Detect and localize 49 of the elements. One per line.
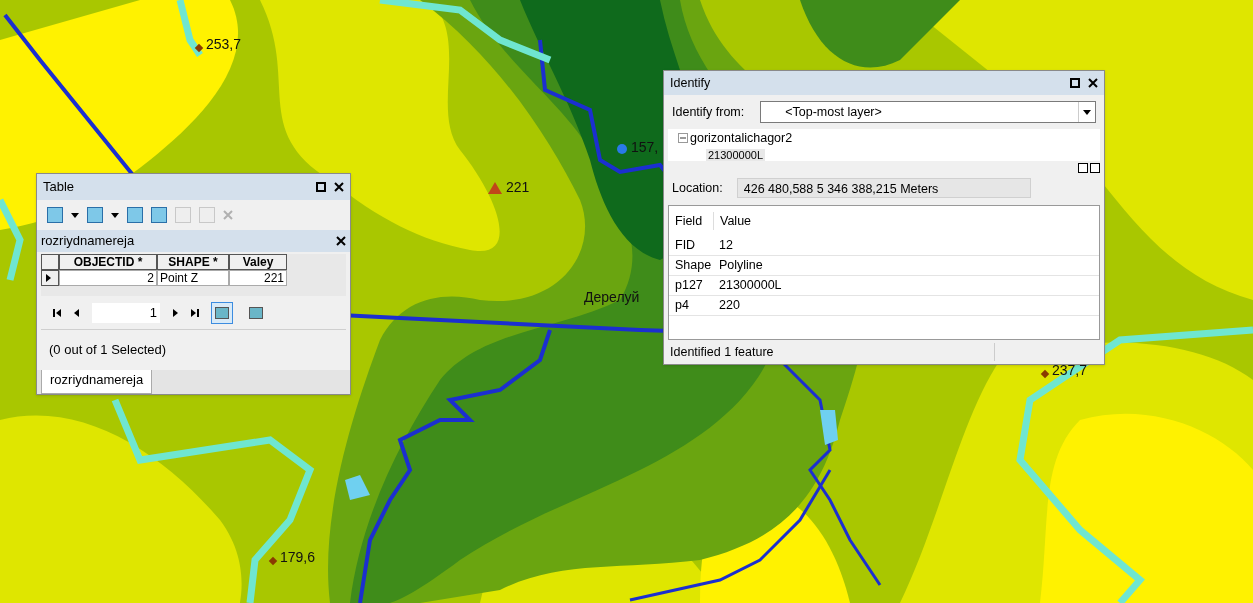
last-record-icon[interactable]: [191, 307, 199, 318]
show-all-records-button[interactable]: [211, 301, 233, 324]
field-name: p4: [674, 297, 690, 315]
tree-feature-item[interactable]: 21300000L: [706, 148, 766, 161]
row-pointer-icon: [46, 274, 51, 282]
caret-icon: [1083, 108, 1091, 116]
column-header[interactable]: OBJECTID *: [59, 254, 157, 270]
window-title: Table: [43, 178, 75, 197]
column-header: Value: [713, 211, 752, 231]
location-label: Location:: [672, 179, 723, 197]
identify-from-label: Identify from:: [672, 103, 745, 121]
table-cell: 2: [59, 270, 157, 286]
table-cell: Point Z: [157, 270, 229, 286]
close-icon[interactable]: [336, 236, 346, 246]
next-record-icon[interactable]: [172, 307, 179, 318]
field-name: p127: [674, 277, 704, 295]
field-name: Shape: [674, 257, 713, 275]
collapse-icon[interactable]: [678, 133, 688, 144]
previous-record-icon[interactable]: [73, 307, 80, 318]
place-name-label: Дерелуй: [584, 290, 640, 304]
maximize-icon[interactable]: [1070, 78, 1080, 88]
caret-icon[interactable]: [111, 211, 119, 219]
elevation-label: 157,: [631, 140, 659, 154]
caret-icon[interactable]: [71, 211, 79, 219]
selection-status: (0 out of 1 Selected): [48, 341, 168, 359]
field-value: 220: [718, 297, 740, 315]
column-header[interactable]: SHAPE *: [157, 254, 229, 270]
field-value: Polyline: [718, 257, 763, 275]
field-value: 12: [718, 237, 733, 255]
layer-name: rozriydnamereja: [41, 232, 135, 251]
record-number-field[interactable]: 1: [92, 302, 160, 323]
close-icon[interactable]: [334, 182, 344, 192]
column-header[interactable]: Valey: [229, 254, 287, 270]
field-name: FID: [674, 237, 697, 255]
window-title: Identify: [670, 74, 711, 92]
column-header: Field: [674, 212, 704, 230]
elevation-label: 221: [506, 180, 530, 194]
location-field: 426 480,588 5 346 388,215 Meters: [736, 178, 1031, 198]
field-value: 21300000L: [718, 277, 782, 295]
table-tab[interactable]: rozriydnamereja: [41, 369, 153, 394]
close-icon[interactable]: [1088, 78, 1098, 88]
maximize-icon[interactable]: [316, 182, 326, 192]
identify-status: Identified 1 feature: [670, 342, 995, 362]
elevation-label: 253,7: [206, 37, 242, 51]
table-cell: 221: [229, 270, 287, 286]
identify-from-dropdown[interactable]: <Top-most layer>: [760, 101, 1096, 123]
elevation-label: 179,6: [280, 550, 316, 564]
first-record-icon[interactable]: [53, 307, 61, 318]
tree-layer-item[interactable]: gorizontalichagor2: [690, 129, 793, 148]
